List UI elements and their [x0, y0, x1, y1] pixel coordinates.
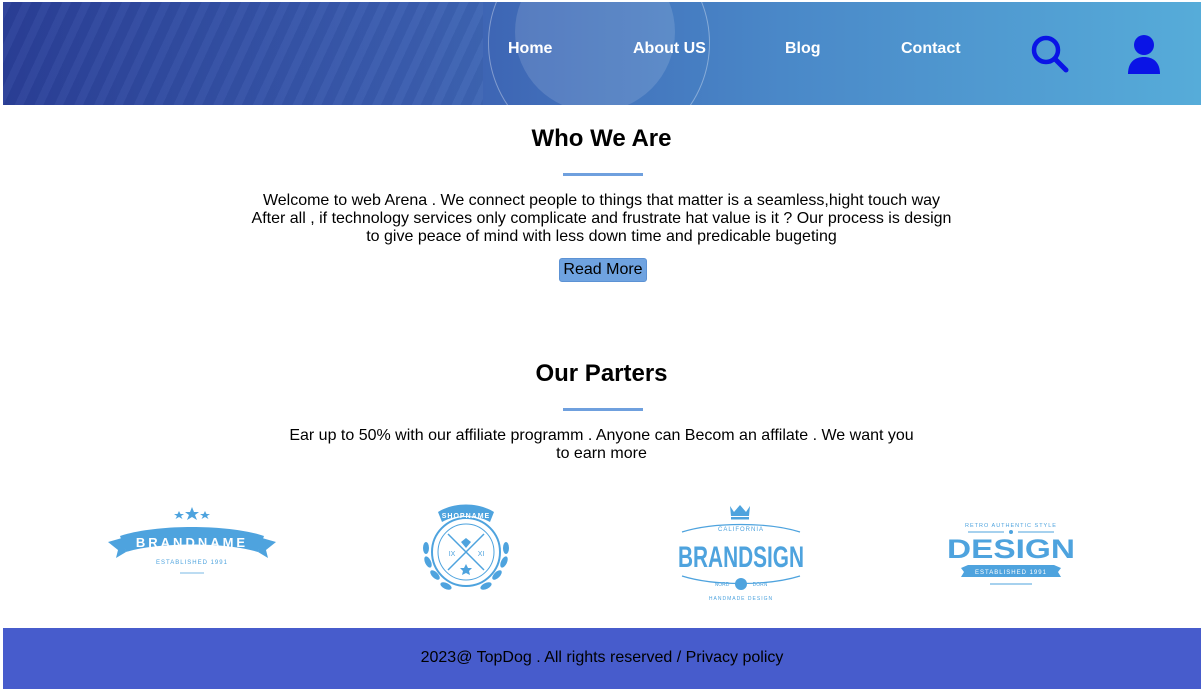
- read-more-button[interactable]: Read More: [559, 258, 647, 282]
- logo-right-text: DORN: [753, 582, 768, 588]
- partners-line: Ear up to 50% with our affiliate program…: [289, 427, 914, 444]
- logo-text: SHOPNAME: [442, 513, 490, 520]
- footer-copyright: 2023@ TopDog . All rights reserved / Pri…: [420, 649, 784, 666]
- logo-subtext: HANDMADE DESIGN: [709, 596, 773, 602]
- about-line: to give peace of mind with less down tim…: [366, 228, 837, 245]
- logo-text: DESIGN: [947, 534, 1075, 564]
- partner-logo-brandname[interactable]: BRANDNAME ESTABLISHED 1991: [106, 502, 278, 578]
- user-icon: [1128, 35, 1160, 74]
- partners-title: Our Parters: [535, 360, 668, 387]
- partner-logo-design[interactable]: RETRO AUTHENTIC STYLE DESIGN ESTABLISHED…: [944, 515, 1078, 591]
- user-account-button[interactable]: [1126, 34, 1162, 74]
- nav-home[interactable]: Home: [508, 40, 552, 58]
- logo-text: BRANDSIGN: [678, 541, 804, 574]
- partners-title-underline: [563, 408, 643, 411]
- logo-top-text: CALIFORNIA: [718, 527, 764, 533]
- logo-right-text: XI: [478, 551, 485, 558]
- about-line: After all , if technology services only …: [251, 210, 952, 227]
- partners-text: Ear up to 50% with our affiliate program…: [2, 427, 1201, 463]
- about-text: Welcome to web Arena . We connect people…: [2, 192, 1201, 246]
- logo-subtext: ESTABLISHED 1991: [975, 570, 1047, 576]
- nav-contact[interactable]: Contact: [901, 40, 961, 58]
- logo-subtext: ESTABLISHED 1991: [156, 560, 228, 566]
- logo-left-text: NORD: [715, 582, 730, 588]
- header: Home About US Blog Contact: [3, 2, 1201, 105]
- search-icon: [1031, 35, 1069, 73]
- partner-logo-brandsign[interactable]: CALIFORNIA BRANDSIGN NORD DORN HANDMADE …: [674, 502, 808, 608]
- logo-text: BRANDNAME: [136, 535, 248, 550]
- nav-about-us[interactable]: About US: [633, 40, 706, 58]
- partner-logo-shopname[interactable]: SHOPNAME IX XI: [414, 498, 518, 602]
- logo-left-text: IX: [449, 551, 456, 558]
- nav-blog[interactable]: Blog: [785, 40, 821, 58]
- about-title: Who We Are: [531, 125, 672, 152]
- footer: 2023@ TopDog . All rights reserved / Pri…: [3, 628, 1201, 689]
- about-title-underline: [563, 173, 643, 176]
- about-line: Welcome to web Arena . We connect people…: [262, 192, 941, 209]
- page: Home About US Blog Contact Who We Are We…: [2, 2, 1201, 689]
- search-button[interactable]: [1030, 34, 1070, 74]
- main-nav: Home About US Blog Contact: [3, 40, 1201, 64]
- partners-line: to earn more: [556, 445, 647, 462]
- logo-top-text: RETRO AUTHENTIC STYLE: [965, 523, 1057, 529]
